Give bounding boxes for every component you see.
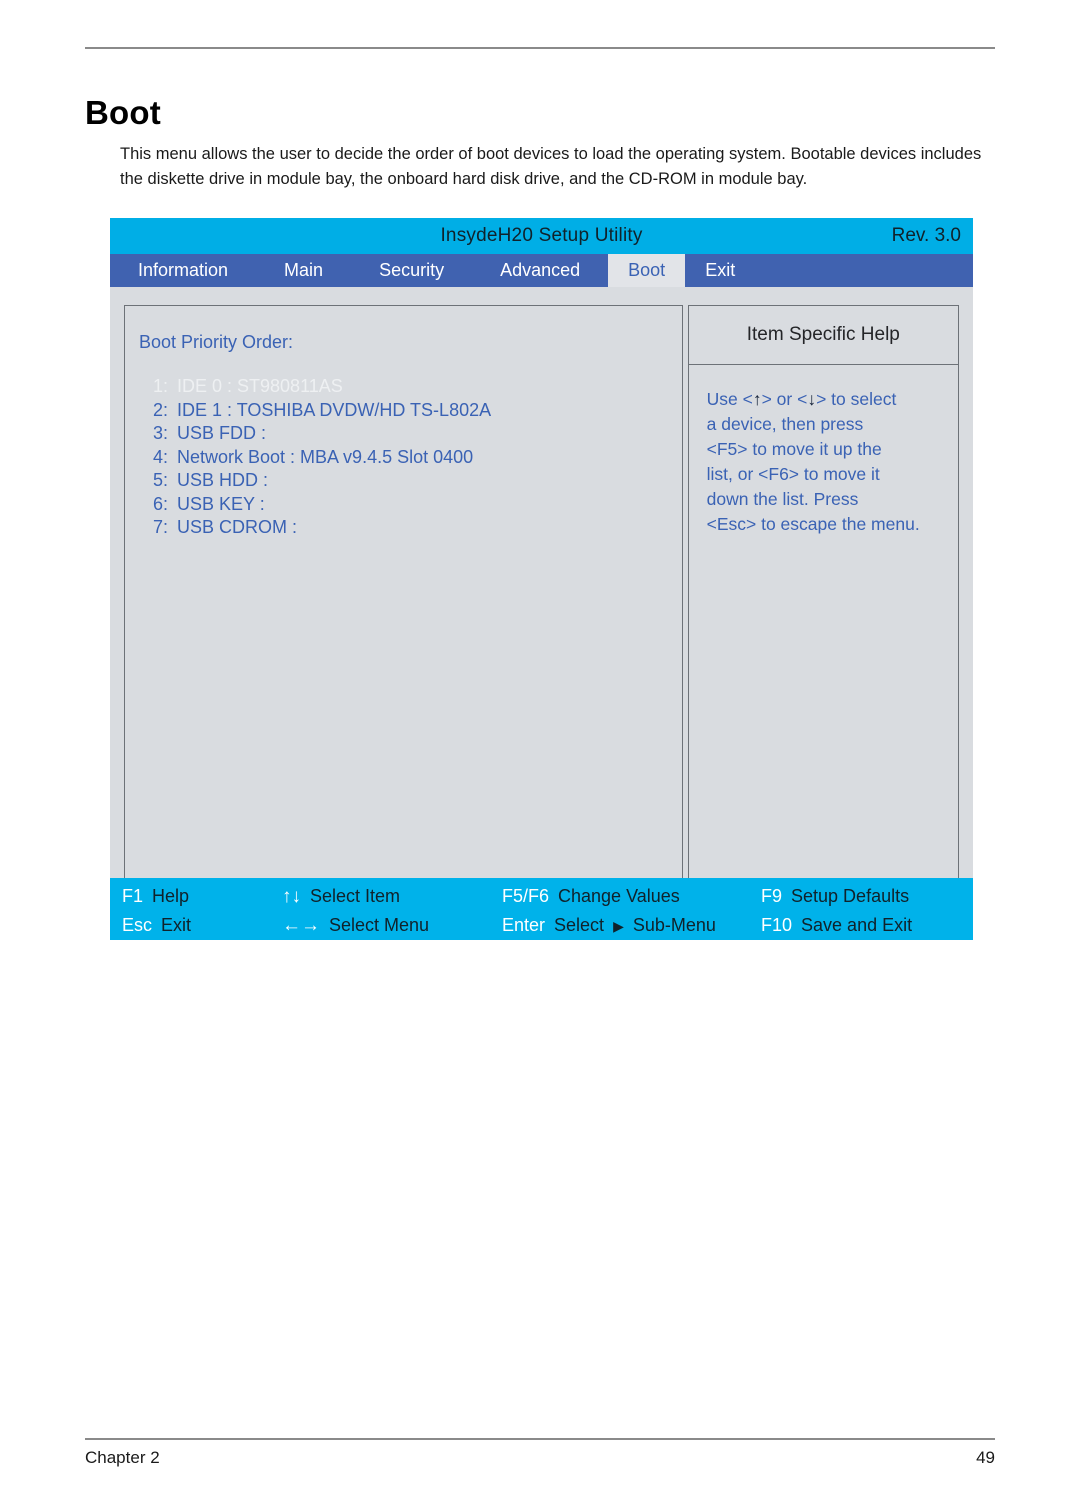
key-legend-enter-sub-menu[interactable]: Enter Select ▶ Sub-Menu <box>502 915 761 936</box>
arrow-up-down-icon: ↑↓ <box>282 885 301 907</box>
page-top-rule <box>85 47 995 49</box>
tab-main[interactable]: Main <box>256 254 351 287</box>
key-desc-select-menu: Select Menu <box>329 914 430 935</box>
key-label-enter: Enter <box>502 915 546 935</box>
tab-bar-filler <box>755 254 973 287</box>
arrow-down-icon: ↓ <box>807 389 817 409</box>
bios-content-area: Boot Priority Order: 1: IDE 0 : ST980811… <box>110 287 973 896</box>
key-label-f1: F1 <box>122 886 144 906</box>
boot-item-index: 3: <box>153 423 169 443</box>
key-legend-row-2: Esc Exit ←→ Select Menu Enter Select ▶ S… <box>122 911 961 940</box>
boot-item-index: 7: <box>153 517 169 537</box>
help-line-6: <Esc> to escape the menu. <box>706 514 920 534</box>
bios-tab-bar: Information Main Security Advanced Boot … <box>110 254 973 287</box>
boot-item-label: IDE 1 : TOSHIBA DVDW/HD TS-L802A <box>177 399 492 420</box>
help-line-3: <F5> to move it up the <box>706 439 882 459</box>
boot-list-item[interactable]: 4: Network Boot : MBA v9.4.5 Slot 0400 <box>153 446 682 470</box>
boot-list-item[interactable]: 2: IDE 1 : TOSHIBA DVDW/HD TS-L802A <box>153 399 682 423</box>
help-line-2: a device, then press <box>706 414 864 434</box>
help-line-5: down the list. Press <box>706 489 859 509</box>
key-legend-row-1: F1 Help ↑↓ Select Item F5/F6 Change Valu… <box>122 882 961 911</box>
footer-page-number: 49 <box>976 1448 995 1467</box>
boot-list-item[interactable]: 7: USB CDROM : <box>153 516 682 540</box>
boot-priority-list: 1: IDE 0 : ST980811AS 2: IDE 1 : TOSHIBA… <box>139 375 682 540</box>
help-line-1-part-c: > to select <box>816 389 897 409</box>
bios-title: InsydeH20 Setup Utility <box>440 225 643 246</box>
boot-list-item[interactable]: 3: USB FDD : <box>153 422 682 446</box>
boot-item-label: IDE 0 : ST980811AS <box>177 376 343 396</box>
tab-advanced[interactable]: Advanced <box>472 254 608 287</box>
key-legend-f1-help[interactable]: F1 Help <box>122 886 282 907</box>
boot-list-item[interactable]: 5: USB HDD : <box>153 469 682 493</box>
key-legend-select-item[interactable]: ↑↓ Select Item <box>282 886 502 908</box>
help-line-1-part-b: > or < <box>761 389 808 409</box>
page-title: Boot <box>85 94 161 132</box>
key-legend-esc-exit[interactable]: Esc Exit <box>122 915 282 936</box>
help-line-1-part-a: Use < <box>706 389 753 409</box>
key-desc-sub-menu: Sub-Menu <box>632 915 716 935</box>
page-bottom-rule <box>85 1438 995 1440</box>
item-specific-help-header: Item Specific Help <box>688 306 958 365</box>
key-label-f10: F10 <box>761 915 793 935</box>
boot-priority-panel: Boot Priority Order: 1: IDE 0 : ST980811… <box>124 305 683 896</box>
boot-item-label: USB FDD : <box>177 423 267 443</box>
intro-paragraph: This menu allows the user to decide the … <box>120 144 982 188</box>
key-label-esc: Esc <box>122 915 153 935</box>
boot-priority-order-label: Boot Priority Order: <box>139 332 294 352</box>
key-desc-save-and-exit: Save and Exit <box>801 915 913 935</box>
item-specific-help-panel: Item Specific Help Use <↑> or <↓> to sel… <box>687 305 959 896</box>
key-desc-select-item: Select Item <box>310 885 401 906</box>
bios-setup-window: InsydeH20 Setup Utility Rev. 3.0 Informa… <box>110 218 973 940</box>
boot-item-label: Network Boot : MBA v9.4.5 Slot 0400 <box>177 446 474 467</box>
arrow-left-right-icon: ←→ <box>282 914 320 936</box>
tab-exit[interactable]: Exit <box>685 254 755 287</box>
key-desc-select: Select <box>554 915 605 935</box>
boot-item-label: USB HDD : <box>177 470 269 490</box>
page-footer: Chapter 2 49 <box>85 1448 995 1476</box>
key-legend-f9-setup-defaults[interactable]: F9 Setup Defaults <box>761 886 961 907</box>
tab-information[interactable]: Information <box>110 254 256 287</box>
key-label-f5-f6: F5/F6 <box>502 886 550 906</box>
key-desc-change-values: Change Values <box>558 886 680 906</box>
tab-boot[interactable]: Boot <box>608 254 686 287</box>
boot-item-index: 2: <box>153 399 169 420</box>
boot-list-item[interactable]: 1: IDE 0 : ST980811AS <box>153 375 682 399</box>
key-legend-f5-f6-change-values[interactable]: F5/F6 Change Values <box>502 886 761 907</box>
bios-revision: Rev. 3.0 <box>891 225 961 246</box>
footer-chapter: Chapter 2 <box>85 1448 160 1467</box>
key-legend-select-menu[interactable]: ←→ Select Menu <box>282 915 502 937</box>
key-desc-help: Help <box>152 886 190 906</box>
bios-key-legend-bar: F1 Help ↑↓ Select Item F5/F6 Change Valu… <box>110 878 973 940</box>
triangle-right-icon: ▶ <box>613 918 624 934</box>
boot-item-label: USB KEY : <box>177 493 265 514</box>
item-specific-help-body: Use <↑> or <↓> to select a device, then … <box>689 365 958 537</box>
tab-security[interactable]: Security <box>351 254 472 287</box>
boot-list-item[interactable]: 6: USB KEY : <box>153 493 682 517</box>
key-desc-setup-defaults: Setup Defaults <box>791 886 910 906</box>
boot-item-label: USB CDROM : <box>177 517 298 537</box>
key-label-f9: F9 <box>761 886 783 906</box>
key-desc-exit: Exit <box>161 915 192 935</box>
key-legend-f10-save-and-exit[interactable]: F10 Save and Exit <box>761 915 961 936</box>
boot-item-index: 6: <box>153 493 169 514</box>
arrow-up-icon: ↑ <box>752 389 762 409</box>
boot-item-index: 1: <box>153 376 169 396</box>
bios-titlebar: InsydeH20 Setup Utility Rev. 3.0 <box>110 218 973 254</box>
boot-item-index: 4: <box>153 446 169 467</box>
boot-item-index: 5: <box>153 470 169 490</box>
help-line-4: list, or <F6> to move it <box>706 464 880 484</box>
